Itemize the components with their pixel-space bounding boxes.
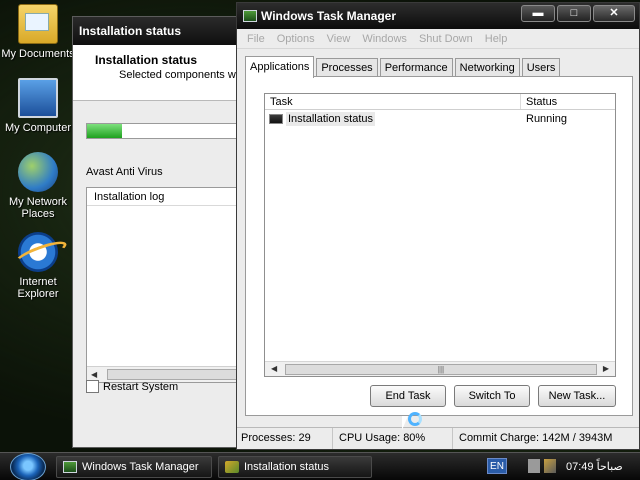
taskbar-button-installation-status[interactable]: Installation status (218, 456, 372, 478)
close-button[interactable]: ✕ (593, 5, 635, 22)
status-bar: Processes: 29 CPU Usage: 80% Commit Char… (237, 427, 639, 449)
installer-header: Installation status Selected components … (73, 45, 251, 101)
tab-processes[interactable]: Processes (316, 58, 378, 77)
menu-file[interactable]: File (241, 33, 271, 45)
task-cell: Installation status (265, 112, 521, 126)
taskbar-button-label: Installation status (244, 461, 329, 473)
desktop-icon-my-documents[interactable]: My Documents (0, 4, 76, 60)
status-processes: Processes: 29 (237, 428, 333, 449)
clock[interactable]: 07:49 صباحاً (566, 460, 623, 473)
taskbar: Windows Task Manager Installation status… (0, 452, 640, 480)
installer-header-title: Installation status (95, 53, 198, 67)
task-name: Installation status (286, 112, 375, 126)
tray-tools-icon[interactable] (544, 459, 556, 473)
scroll-left-icon[interactable]: ◀ (271, 364, 277, 373)
task-status: Running (526, 113, 567, 125)
network-globe-icon (18, 152, 58, 192)
scroll-right-icon[interactable]: ▶ (603, 364, 609, 373)
taskbar-button-task-manager[interactable]: Windows Task Manager (56, 456, 212, 478)
tab-users[interactable]: Users (521, 58, 561, 77)
end-task-button[interactable]: End Task (370, 385, 446, 407)
progress-fill (87, 124, 123, 138)
window-controls: ▬ □ ✕ (521, 5, 635, 22)
status-commit-charge: Commit Charge: 142M / 3943M (459, 432, 613, 444)
taskbar-button-label: Windows Task Manager (82, 461, 199, 473)
task-list-horizontal-scrollbar[interactable]: ◀ ||| ▶ (265, 361, 615, 376)
task-list[interactable]: Task Status Installation status Running … (264, 93, 616, 377)
installer-progress-bar (86, 123, 256, 139)
maximize-button[interactable]: □ (557, 5, 591, 22)
computer-icon (18, 78, 58, 118)
installer-window: Installation status Installation status … (72, 16, 256, 448)
column-header-status[interactable]: Status (521, 94, 562, 109)
internet-explorer-icon (18, 232, 58, 272)
language-indicator[interactable]: EN (487, 458, 507, 474)
checkbox-icon[interactable] (86, 380, 99, 393)
status-cpu-usage: CPU Usage: 80% (333, 428, 453, 449)
installer-title: Installation status (79, 24, 182, 38)
system-tray (528, 459, 556, 473)
scrollbar-thumb[interactable] (107, 369, 247, 380)
installer-title-bar[interactable]: Installation status (73, 17, 251, 45)
new-task-button[interactable]: New Task... (538, 385, 616, 407)
menu-shut-down[interactable]: Shut Down (413, 33, 479, 45)
task-manager-title-bar[interactable]: Windows Task Manager ▬ □ ✕ (237, 3, 639, 29)
tray-device-icon[interactable] (528, 459, 540, 473)
tab-strip: Applications Processes Performance Netwo… (245, 55, 562, 78)
menu-options[interactable]: Options (271, 33, 321, 45)
desktop-icon-label: My Documents (1, 48, 75, 60)
desktop-icon-label: My Network Places (8, 196, 68, 220)
folder-icon (18, 4, 58, 44)
column-header-task[interactable]: Task (265, 94, 521, 109)
task-manager-icon (243, 10, 257, 22)
restart-system-checkbox[interactable]: Restart System (86, 380, 178, 393)
menu-view[interactable]: View (321, 33, 357, 45)
installer-header-subtitle: Selected components wil (119, 69, 241, 81)
installation-log-header: Installation log (87, 188, 255, 206)
application-window-icon (269, 114, 283, 124)
menu-windows[interactable]: Windows (356, 33, 413, 45)
installer-product-name: Avast Anti Virus (86, 166, 163, 178)
installer-icon (225, 461, 239, 473)
scroll-left-icon[interactable]: ◀ (91, 370, 97, 379)
start-button[interactable] (10, 453, 46, 480)
task-manager-title: Windows Task Manager (261, 9, 397, 23)
menu-bar: File Options View Windows Shut Down Help (237, 29, 639, 49)
task-manager-window: Windows Task Manager ▬ □ ✕ File Options … (236, 2, 640, 450)
tab-networking[interactable]: Networking (454, 58, 520, 77)
tab-performance[interactable]: Performance (379, 58, 453, 77)
menu-help[interactable]: Help (479, 33, 514, 45)
restart-system-label: Restart System (103, 380, 179, 393)
task-manager-icon (63, 461, 77, 473)
minimize-button[interactable]: ▬ (521, 5, 555, 22)
scrollbar-thumb[interactable]: ||| (285, 364, 597, 375)
desktop-icon-label: Internet Explorer (17, 276, 59, 300)
switch-to-button[interactable]: Switch To (454, 385, 530, 407)
desktop-icon-my-network-places[interactable]: My Network Places (0, 152, 76, 220)
desktop-icon-my-computer[interactable]: My Computer (0, 78, 76, 134)
tab-applications[interactable]: Applications (245, 56, 315, 78)
task-list-header: Task Status (265, 94, 615, 110)
desktop-icon-internet-explorer[interactable]: Internet Explorer (0, 232, 76, 300)
table-row[interactable]: Installation status Running (265, 110, 615, 128)
desktop-icon-label: My Computer (4, 122, 72, 134)
busy-cursor-icon (402, 410, 426, 436)
applications-panel: Task Status Installation status Running … (245, 76, 633, 416)
installation-log[interactable]: Installation log ◀ (86, 187, 256, 383)
